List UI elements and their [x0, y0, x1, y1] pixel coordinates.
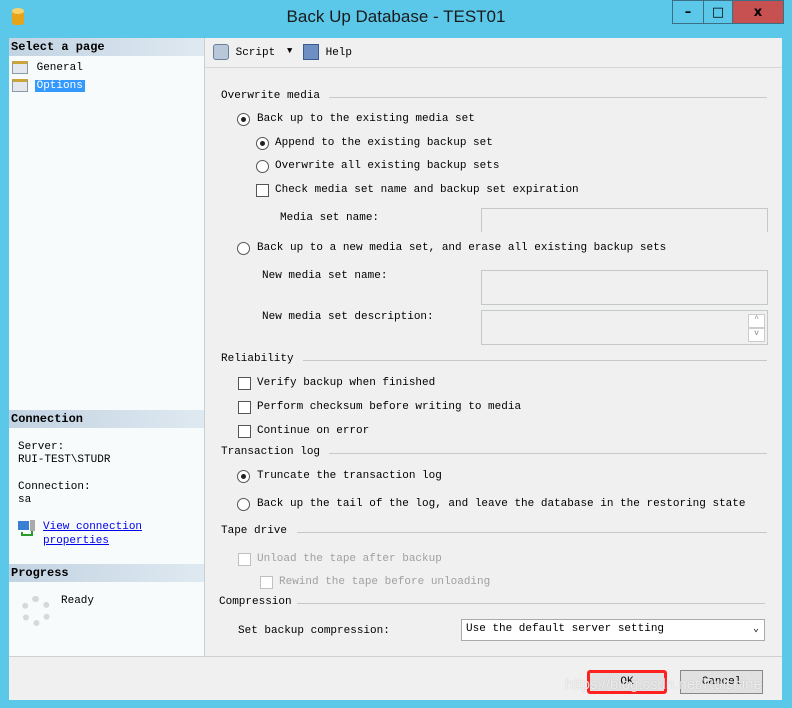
- select-page-header: Select a page: [9, 38, 204, 56]
- compression-label: Set backup compression:: [238, 625, 390, 637]
- script-icon: [213, 44, 229, 60]
- check-media-set-label: Check media set name and backup set expi…: [275, 184, 579, 196]
- backup-tail-log-label: Back up the tail of the log, and leave t…: [257, 498, 746, 510]
- reliability-group-label: Reliability: [221, 353, 294, 365]
- page-label: Options: [34, 80, 85, 93]
- help-label: Help: [325, 46, 353, 59]
- script-dropdown-arrow-icon[interactable]: ▼: [287, 46, 292, 56]
- connection-value: sa: [18, 494, 32, 506]
- page-label: General: [36, 62, 83, 75]
- checksum-label: Perform checksum before writing to media: [257, 401, 522, 413]
- server-value: RUI-TEST\STUDR: [18, 454, 111, 466]
- truncate-log-radio[interactable]: [237, 470, 250, 483]
- dialog-footer: OK Cancel https://blog.csdn.net/Ruishine: [9, 656, 782, 700]
- check-media-set-checkbox[interactable]: [256, 184, 269, 197]
- script-label: Script: [235, 46, 276, 59]
- help-icon: [303, 44, 319, 60]
- watermark: https://blog.csdn.net/Ruishine: [565, 676, 762, 693]
- overwrite-backup-radio[interactable]: [256, 160, 269, 173]
- append-backup-radio[interactable]: [256, 137, 269, 150]
- new-media-set-name-input[interactable]: [481, 270, 768, 305]
- compression-select[interactable]: Use the default server setting ⌄: [461, 619, 765, 641]
- truncate-log-label: Truncate the transaction log: [257, 470, 442, 482]
- help-button[interactable]: Help: [303, 44, 352, 60]
- options-panel: Script ▼ Help Overwrite media Back up to…: [205, 38, 782, 656]
- rewind-tape-checkbox[interactable]: [260, 576, 273, 589]
- chevron-down-icon: ⌄: [752, 624, 759, 635]
- connection-header: Connection: [9, 410, 204, 428]
- toolbar: Script ▼ Help: [205, 38, 782, 68]
- verify-backup-checkbox[interactable]: [238, 377, 251, 390]
- scroll-up-icon[interactable]: ^: [748, 314, 765, 328]
- transaction-log-group-label: Transaction log: [221, 446, 321, 458]
- tape-drive-group-label: Tape drive: [221, 525, 288, 537]
- unload-tape-checkbox[interactable]: [238, 553, 251, 566]
- page-item-options[interactable]: Options: [12, 79, 85, 93]
- backup-tail-log-radio[interactable]: [237, 498, 250, 511]
- checksum-checkbox[interactable]: [238, 401, 251, 414]
- media-set-name-input[interactable]: [481, 208, 768, 232]
- compression-group-label: Compression: [219, 596, 292, 608]
- progress-spinner-icon: [21, 596, 51, 626]
- progress-status: Ready: [61, 595, 95, 607]
- minimize-button[interactable]: –: [672, 0, 704, 24]
- progress-header: Progress: [9, 564, 204, 582]
- view-connection-properties-link-2[interactable]: properties: [43, 535, 109, 547]
- close-button[interactable]: x: [732, 0, 784, 24]
- media-set-name-label: Media set name:: [280, 212, 380, 224]
- connection-properties-icon: [18, 520, 35, 536]
- continue-on-error-checkbox[interactable]: [238, 425, 251, 438]
- verify-backup-label: Verify backup when finished: [257, 377, 436, 389]
- view-connection-properties-link[interactable]: View connection: [43, 521, 142, 533]
- scroll-down-icon[interactable]: v: [748, 328, 765, 342]
- server-label: Server:: [18, 441, 65, 453]
- page-icon: [12, 79, 28, 92]
- compression-value: Use the default server setting: [466, 623, 665, 635]
- left-panel: Select a page General Options Connection…: [9, 38, 205, 656]
- maximize-button[interactable]: □: [703, 0, 733, 24]
- backup-new-media-radio[interactable]: [237, 242, 250, 255]
- backup-existing-media-radio[interactable]: [237, 113, 250, 126]
- unload-tape-label: Unload the tape after backup: [257, 553, 442, 565]
- new-media-set-description-input[interactable]: ^ v: [481, 310, 768, 345]
- title-bar: Back Up Database - TEST01 – □ x: [0, 0, 792, 36]
- new-media-set-name-label: New media set name:: [262, 270, 388, 282]
- rewind-tape-label: Rewind the tape before unloading: [279, 576, 491, 588]
- script-button[interactable]: Script: [213, 44, 275, 60]
- continue-on-error-label: Continue on error: [257, 425, 370, 437]
- page-item-general[interactable]: General: [12, 61, 85, 74]
- backup-new-media-label: Back up to a new media set, and erase al…: [257, 242, 667, 254]
- overwrite-backup-label: Overwrite all existing backup sets: [275, 160, 500, 172]
- append-backup-label: Append to the existing backup set: [275, 137, 493, 149]
- new-media-set-description-label: New media set description:: [262, 311, 434, 323]
- connection-label: Connection:: [18, 481, 91, 493]
- page-icon: [12, 61, 28, 74]
- overwrite-media-group-label: Overwrite media: [221, 90, 321, 102]
- backup-existing-media-label: Back up to the existing media set: [257, 113, 475, 125]
